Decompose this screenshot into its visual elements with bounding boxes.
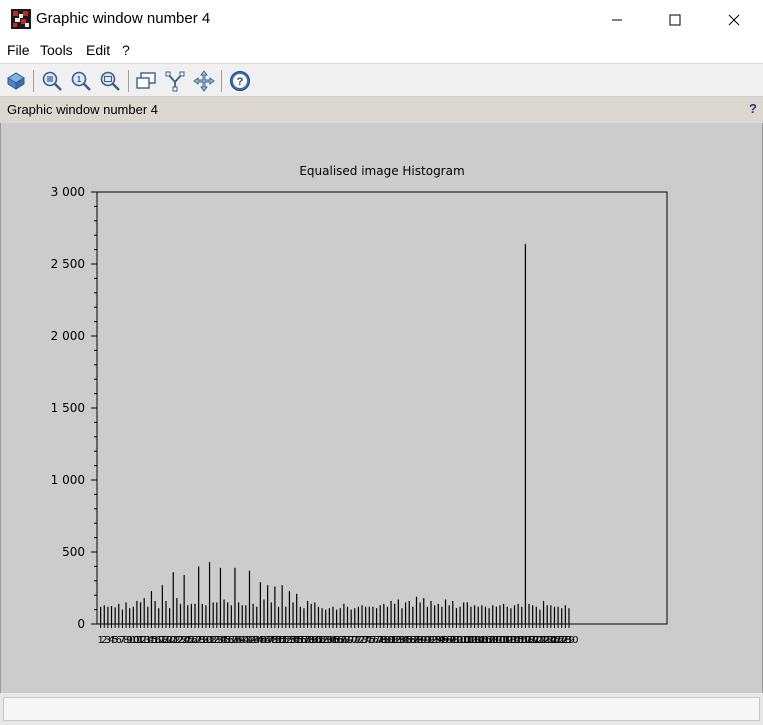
y-tick-label: 3 000 (51, 185, 85, 199)
chart-title: Equalised image Histogram (299, 164, 464, 178)
pan-button[interactable] (192, 69, 216, 93)
datatip-icon (136, 72, 156, 89)
help-icon: ? (230, 71, 250, 91)
maximize-button[interactable] (652, 0, 698, 39)
zoom-area-button[interactable] (40, 69, 64, 93)
graphic-canvas[interactable]: Equalised image Histogram 0 500 1 000 1 500 2… (1, 123, 762, 693)
rotate-3d-button[interactable] (4, 69, 28, 93)
menu-file[interactable]: File (7, 42, 30, 58)
title-bar[interactable]: Graphic window number 4 (0, 0, 763, 39)
edit-curve-button[interactable] (163, 69, 187, 93)
toolbar-separator (128, 70, 129, 92)
y-tick-label: 0 (77, 617, 85, 631)
svg-text:?: ? (237, 76, 244, 88)
minimize-icon (612, 19, 622, 20)
toolbar-separator (221, 70, 222, 92)
status-bar (0, 693, 763, 725)
zoom-out-button[interactable] (98, 69, 122, 93)
close-button[interactable] (711, 0, 757, 39)
y-tick-label: 1 500 (51, 401, 85, 415)
info-bar: Graphic window number 4 ? (0, 97, 763, 123)
window-title: Graphic window number 4 (36, 10, 211, 27)
info-bar-text: Graphic window number 4 (7, 102, 159, 117)
menu-tools[interactable]: Tools (40, 42, 73, 58)
zoom-fit-icon: 1 (71, 71, 91, 91)
help-button[interactable]: ? (228, 69, 252, 93)
y-tick-label: 2 000 (51, 329, 85, 343)
x-tick-label: 130 (559, 635, 578, 646)
maximize-icon (669, 14, 681, 25)
rotate-3d-icon (7, 72, 25, 90)
toolbar-separator (33, 70, 34, 92)
toolbar: 1 ? (0, 63, 763, 97)
zoom-fit-button[interactable]: 1 (69, 69, 93, 93)
close-icon (728, 14, 740, 25)
menu-help[interactable]: ? (122, 42, 130, 58)
info-help-button[interactable]: ? (749, 101, 757, 116)
plot-frame (96, 191, 668, 625)
status-field (3, 697, 760, 721)
y-tick-label: 2 500 (51, 257, 85, 271)
y-tick-label: 500 (62, 545, 85, 559)
datatip-button[interactable] (134, 69, 158, 93)
menu-edit[interactable]: Edit (86, 42, 110, 58)
menu-bar: File Tools Edit ? (0, 39, 763, 63)
y-tick-label: 1 000 (51, 473, 85, 487)
minimize-button[interactable] (594, 0, 640, 39)
zoom-area-icon (42, 71, 62, 91)
edit-curve-icon (165, 71, 185, 92)
svg-text:1: 1 (77, 75, 82, 84)
zoom-out-icon (100, 71, 120, 91)
pan-icon (193, 70, 215, 92)
histogram-chart: Equalised image Histogram 0 500 1 000 1 500 2… (51, 164, 668, 646)
scilab-app-icon (11, 9, 31, 29)
